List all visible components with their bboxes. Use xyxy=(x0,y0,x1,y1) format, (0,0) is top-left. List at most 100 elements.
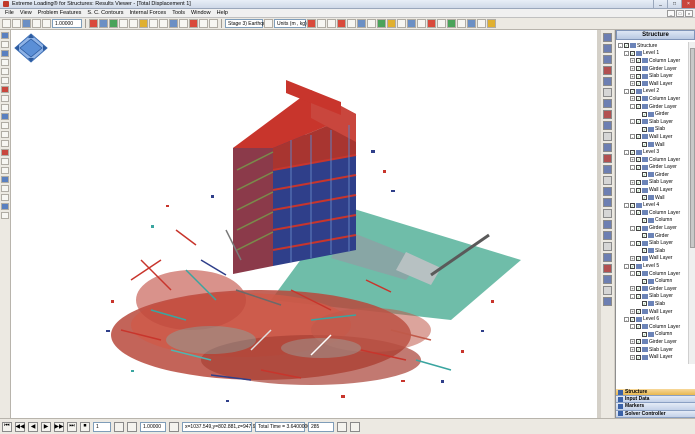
iso-view-icon[interactable] xyxy=(119,19,128,28)
tree-item[interactable]: - ✓ Slab Layer xyxy=(616,293,689,301)
color-map-icon[interactable] xyxy=(447,19,456,28)
close-button[interactable]: × xyxy=(681,0,695,8)
speed-field[interactable]: 1.00000 xyxy=(140,421,166,432)
tree-item[interactable]: + ✓ Column Layer xyxy=(616,95,689,103)
tree-item[interactable]: - ✓ Level 1 xyxy=(616,50,689,58)
speed-dropdown-icon[interactable] xyxy=(169,421,179,432)
speed-icon[interactable] xyxy=(127,421,137,432)
tree-expander-icon[interactable]: - xyxy=(630,164,635,170)
spring-icon[interactable] xyxy=(1,104,9,111)
layers-icon[interactable] xyxy=(603,143,612,152)
crack-icon[interactable] xyxy=(417,19,426,28)
tree-checkbox[interactable]: ✓ xyxy=(642,142,647,148)
3d-viewport[interactable] xyxy=(11,30,597,418)
tree-checkbox[interactable]: ✓ xyxy=(630,88,635,94)
units-select[interactable]: Units (m , kg) xyxy=(274,19,307,28)
grid-icon[interactable] xyxy=(397,19,406,28)
tree-item[interactable]: - ✓ Level 2 xyxy=(616,88,689,96)
structure-tree[interactable]: - ✓ Structure - ✓ Level 1 + ✓ Column Layer + ✓ Gird… xyxy=(616,42,689,364)
tree-checkbox[interactable]: ✓ xyxy=(636,339,641,345)
help-icon[interactable] xyxy=(487,19,496,28)
tree-expander-icon[interactable]: - xyxy=(630,210,635,216)
text-tool-icon[interactable] xyxy=(1,158,9,165)
tree-expander-icon[interactable]: + xyxy=(630,179,635,185)
section-icon[interactable] xyxy=(327,19,336,28)
tree-item[interactable]: - ✓ Girder Layer xyxy=(616,103,689,111)
tree-item[interactable]: + ✓ Girder Layer xyxy=(616,338,689,346)
panel-tab-structure[interactable]: Structure xyxy=(616,389,695,397)
legend-icon[interactable] xyxy=(457,19,466,28)
tree-item[interactable]: - ✓ Wall Layer xyxy=(616,186,689,194)
cross-icon[interactable] xyxy=(1,131,9,138)
tree-expander-icon[interactable]: - xyxy=(618,43,623,49)
save-icon[interactable] xyxy=(12,19,21,28)
export-video-icon[interactable] xyxy=(350,421,360,432)
menu-help[interactable]: Help xyxy=(214,10,231,16)
menu-window[interactable]: Window xyxy=(188,10,214,16)
line-tool-icon[interactable] xyxy=(1,140,9,147)
units-icon[interactable] xyxy=(307,19,316,28)
tree-expander-icon[interactable]: - xyxy=(630,104,635,110)
tree-checkbox[interactable]: ✓ xyxy=(636,286,641,292)
tree-checkbox[interactable]: ✓ xyxy=(636,271,641,277)
panel-tab-solver-controller[interactable]: Solver Controller xyxy=(616,410,695,418)
tree-checkbox[interactable]: ✓ xyxy=(636,66,641,72)
tree-checkbox[interactable]: ✓ xyxy=(636,58,641,64)
menu-contours[interactable]: S. C. Contours xyxy=(84,10,126,16)
frame-spin-icon[interactable] xyxy=(114,421,124,432)
tree-checkbox[interactable]: ✓ xyxy=(642,217,647,223)
stage-select[interactable]: Stage 3) Earthquak xyxy=(225,19,271,28)
tree-item[interactable]: - ✓ Wall Layer xyxy=(616,133,689,141)
zoom-tool-icon[interactable] xyxy=(1,68,9,75)
print-icon[interactable] xyxy=(22,19,31,28)
tree-expander-icon[interactable]: - xyxy=(630,187,635,193)
stop-button[interactable]: ⏹ xyxy=(80,421,90,432)
view-z-icon[interactable] xyxy=(109,19,118,28)
tree-expander-icon[interactable]: + xyxy=(630,81,635,87)
menu-internal-forces[interactable]: Internal Forces xyxy=(127,10,170,16)
stage-dropdown-icon[interactable] xyxy=(264,19,273,28)
axis-icon[interactable] xyxy=(407,19,416,28)
tree-checkbox[interactable]: ✓ xyxy=(636,96,641,102)
tree-item[interactable]: ✓ Girder xyxy=(616,110,689,118)
strain-icon[interactable] xyxy=(437,19,446,28)
tree-checkbox[interactable]: ✓ xyxy=(630,202,635,208)
tree-checkbox[interactable]: ✓ xyxy=(642,233,647,239)
tree-item[interactable]: + ✓ Slab Layer xyxy=(616,179,689,187)
tree-item[interactable]: + ✓ Girder Layer xyxy=(616,65,689,73)
rotate-icon[interactable] xyxy=(189,19,198,28)
rotate-tool-icon[interactable] xyxy=(1,50,9,57)
tree-item[interactable]: - ✓ Level 5 xyxy=(616,262,689,270)
highlight-icon[interactable] xyxy=(603,275,612,284)
tree-item[interactable]: - ✓ Structure xyxy=(616,42,689,50)
tree-expander-icon[interactable]: - xyxy=(630,240,635,246)
zoom-extents-icon[interactable] xyxy=(603,209,612,218)
tree-checkbox[interactable]: ✓ xyxy=(636,179,641,185)
front-view-icon[interactable] xyxy=(129,19,138,28)
tree-item[interactable]: ✓ Girder xyxy=(616,232,689,240)
view-x-icon[interactable] xyxy=(89,19,98,28)
tree-expander-icon[interactable]: + xyxy=(630,339,635,345)
tree-expander-icon[interactable]: - xyxy=(630,271,635,277)
pan-view-icon[interactable] xyxy=(603,253,612,262)
group-tool-icon[interactable] xyxy=(1,185,9,192)
top-view-icon[interactable] xyxy=(149,19,158,28)
tree-item[interactable]: ✓ Column xyxy=(616,331,689,339)
cube-top-icon[interactable] xyxy=(603,66,612,75)
tree-checkbox[interactable]: ✓ xyxy=(636,104,641,110)
tree-checkbox[interactable]: ✓ xyxy=(636,347,641,353)
contour-icon[interactable] xyxy=(603,165,612,174)
transparency-icon[interactable] xyxy=(603,132,612,141)
fit-view-icon[interactable] xyxy=(179,19,188,28)
maximize-button[interactable]: □ xyxy=(667,0,681,8)
cube-iso-icon[interactable] xyxy=(603,77,612,86)
settings-icon[interactable] xyxy=(477,19,486,28)
frame-field[interactable]: 1 xyxy=(93,421,111,432)
fast-forward-button[interactable]: ▶▶ xyxy=(54,421,64,432)
mdi-restore-button[interactable]: □ xyxy=(676,9,684,17)
first-frame-button[interactable]: ⏮ xyxy=(2,421,12,432)
tree-item[interactable]: ✓ Column xyxy=(616,277,689,285)
solid-icon[interactable] xyxy=(377,19,386,28)
cross-section-icon[interactable] xyxy=(1,113,9,120)
record-icon[interactable] xyxy=(337,19,346,28)
